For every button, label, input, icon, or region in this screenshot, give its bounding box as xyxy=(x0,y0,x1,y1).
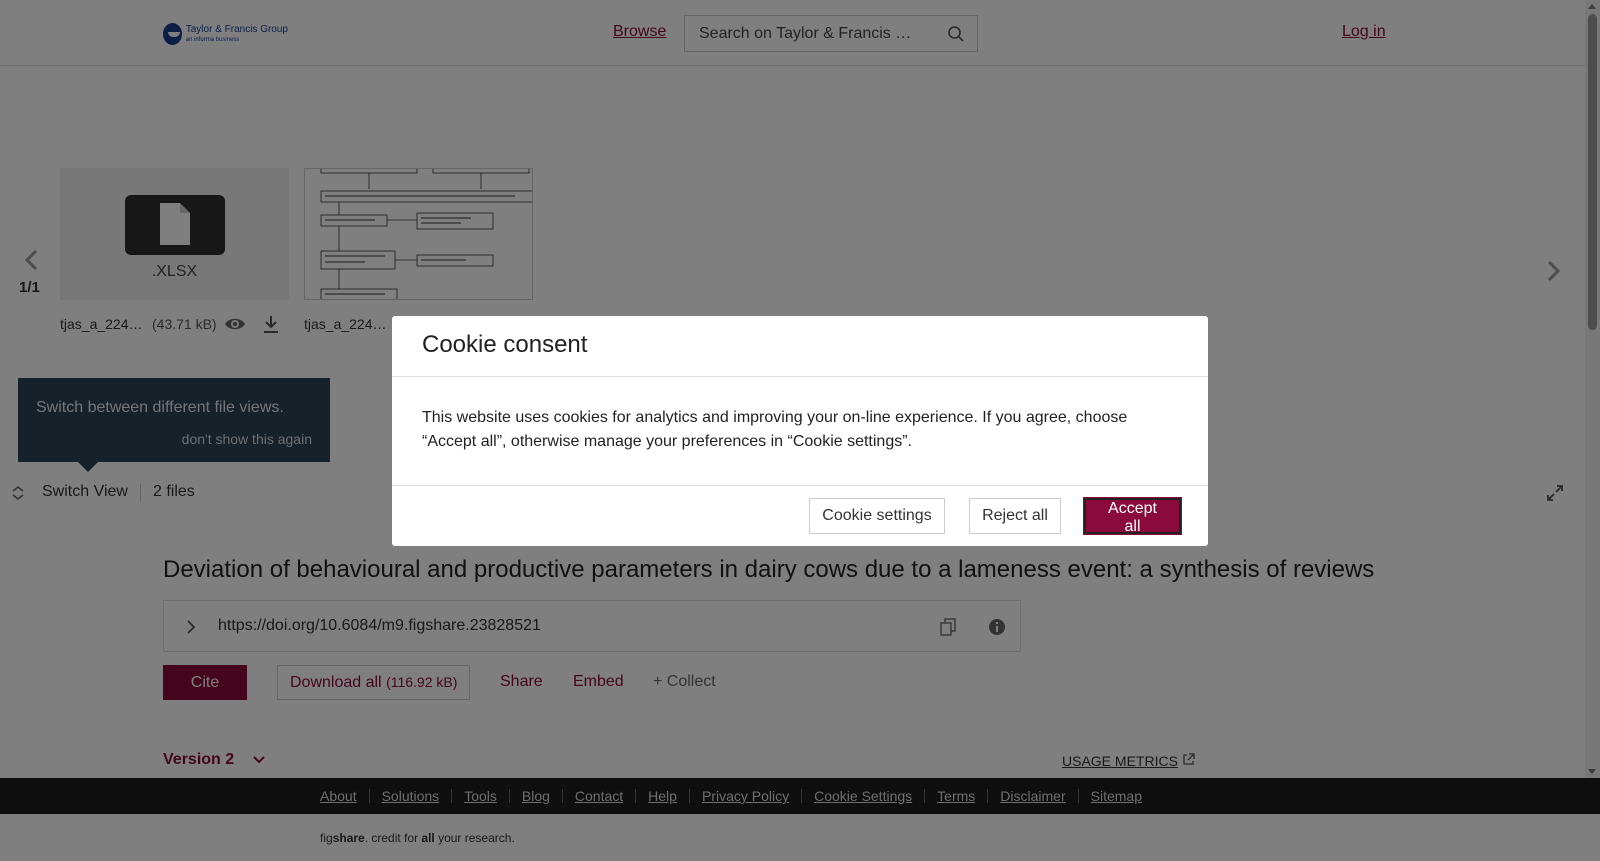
cookie-consent-dialog: Cookie consent This website uses cookies… xyxy=(392,316,1208,546)
cookie-settings-button[interactable]: Cookie settings xyxy=(809,498,945,534)
accept-all-button[interactable]: Accept all xyxy=(1084,498,1181,535)
cookie-consent-text: This website uses cookies for analytics … xyxy=(422,409,1128,450)
cookie-consent-title: Cookie consent xyxy=(422,331,588,358)
reject-all-button[interactable]: Reject all xyxy=(969,498,1061,534)
divider xyxy=(392,485,1208,486)
divider xyxy=(392,376,1208,377)
